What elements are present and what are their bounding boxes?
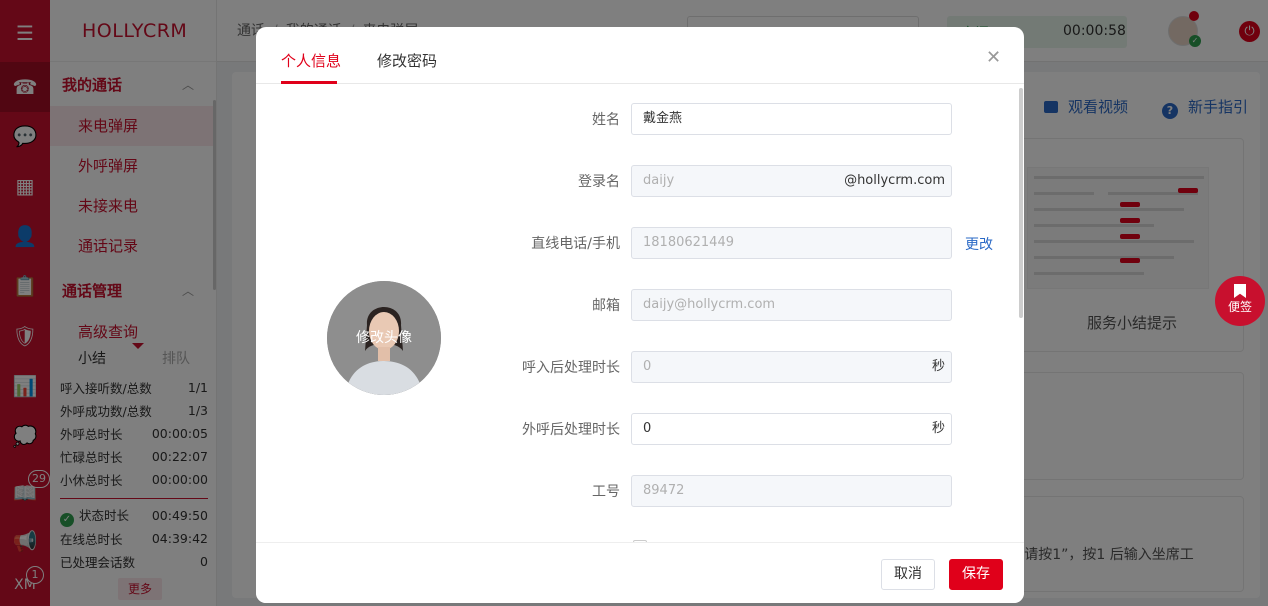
- name-value: 戴金燕: [643, 111, 683, 126]
- login-label: 登录名: [578, 174, 620, 190]
- cancel-button[interactable]: 取消: [881, 559, 935, 590]
- outbound-wrapup-value: 0: [643, 421, 652, 436]
- phone-label: 直线电话/手机: [531, 236, 620, 252]
- seconds-unit: 秒: [931, 359, 945, 374]
- dialog-scrollbar[interactable]: [1019, 88, 1023, 318]
- login-value: daijy: [643, 173, 675, 188]
- inbound-wrapup-label: 呼入后处理时长: [522, 360, 620, 376]
- profile-dialog: 个人信息 修改密码 ✕ 修改头像 姓名 戴金燕 登录名 daijy @hollyc…: [256, 27, 1024, 603]
- login-domain: @hollycrm.com: [844, 173, 945, 188]
- inbound-wrapup-field: 0秒: [631, 351, 952, 383]
- change-phone-link[interactable]: 更改: [965, 234, 993, 254]
- email-label: 邮箱: [592, 298, 620, 314]
- change-avatar-label: 修改头像: [356, 330, 412, 346]
- job-number-label: 工号: [592, 484, 620, 500]
- phone-value: 18180621449: [643, 235, 734, 250]
- bookmark-icon: [1234, 284, 1246, 298]
- tab-personal-info[interactable]: 个人信息: [281, 50, 341, 71]
- outbound-wrapup-field[interactable]: 0秒: [631, 413, 952, 445]
- phone-field: 18180621449: [631, 227, 952, 259]
- email-value: daijy@hollycrm.com: [643, 297, 776, 312]
- job-number-field: 89472: [631, 475, 952, 507]
- name-label: 姓名: [592, 112, 620, 128]
- inbound-wrapup-value: 0: [643, 359, 652, 374]
- login-field: daijy @hollycrm.com: [631, 165, 952, 197]
- sticky-note-label: 便签: [1227, 300, 1252, 314]
- job-number-value: 89472: [643, 483, 685, 498]
- dialog-body: 修改头像 姓名 戴金燕 登录名 daijy @hollycrm.com 直线电话/…: [256, 84, 1024, 542]
- dialog-footer: 取消 保存: [256, 542, 1024, 603]
- tab-change-password[interactable]: 修改密码: [377, 50, 437, 71]
- email-field: daijy@hollycrm.com: [631, 289, 952, 321]
- close-icon[interactable]: ✕: [986, 47, 1001, 68]
- name-field[interactable]: 戴金燕: [631, 103, 952, 135]
- outbound-wrapup-label: 外呼后处理时长: [522, 422, 620, 438]
- sticky-note-button[interactable]: 便签: [1215, 276, 1265, 326]
- save-button[interactable]: 保存: [949, 559, 1003, 590]
- avatar-upload[interactable]: 修改头像: [327, 281, 441, 395]
- dialog-tabs: 个人信息 修改密码 ✕: [256, 27, 1024, 84]
- seconds-unit: 秒: [931, 421, 945, 436]
